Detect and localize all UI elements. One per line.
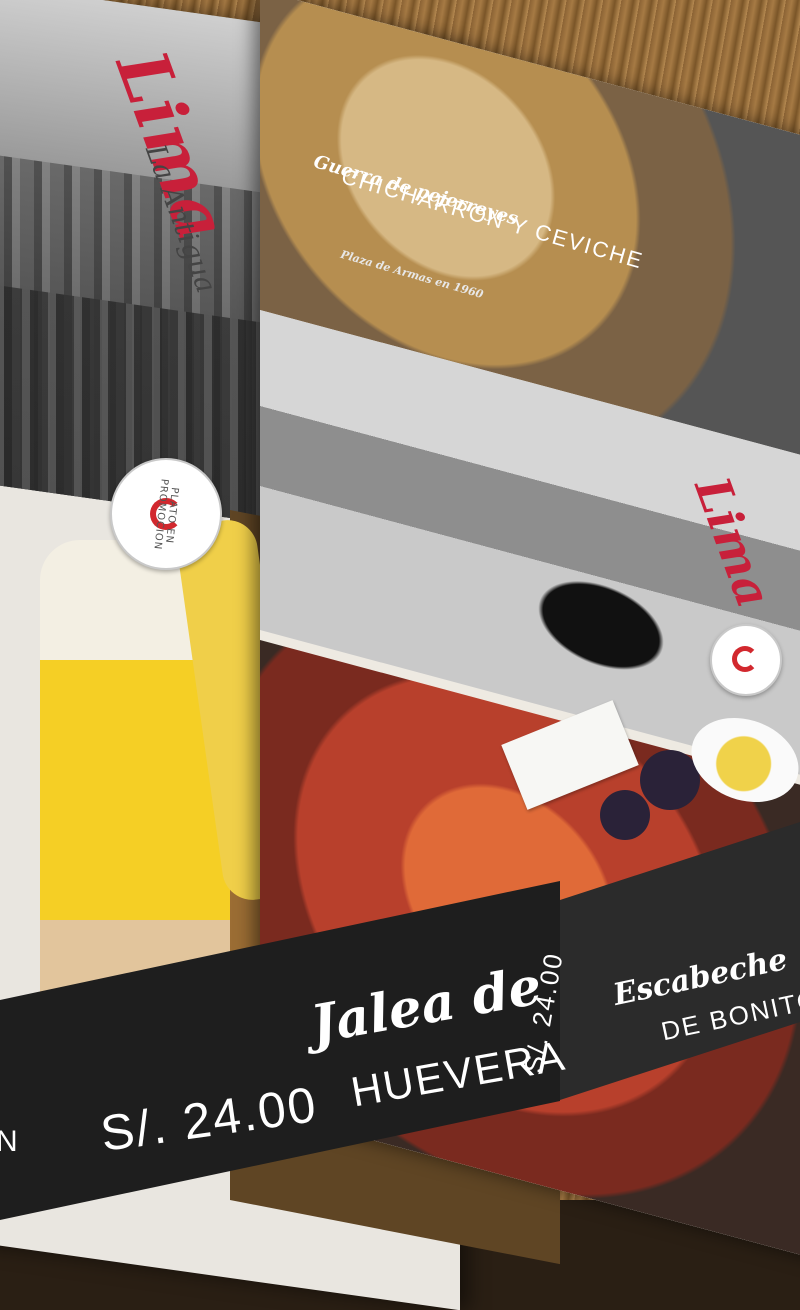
promo-badge-right — [710, 624, 782, 696]
promo-badge-left: PLATO EN PROMOCION — [110, 458, 222, 570]
olive — [640, 750, 700, 810]
causa-cut-letter: N — [0, 1125, 20, 1158]
olive — [600, 790, 650, 840]
lima-logo-right: Lima — [683, 470, 800, 615]
swirl-icon — [732, 646, 758, 672]
